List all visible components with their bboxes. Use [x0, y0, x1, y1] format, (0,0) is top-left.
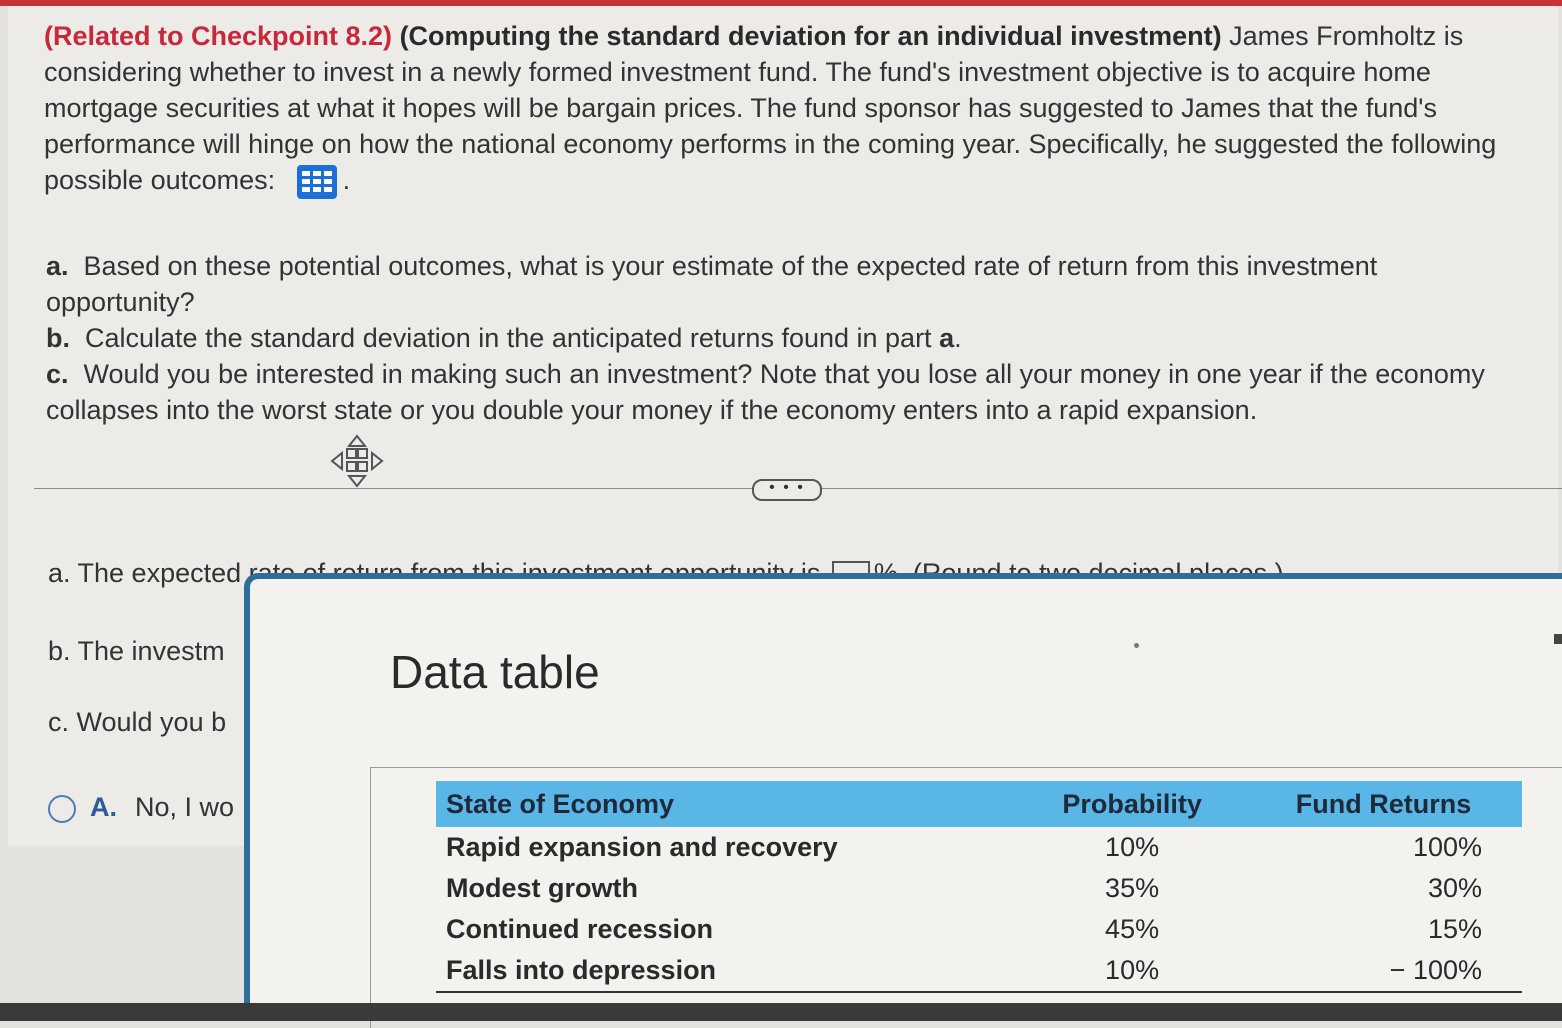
header-returns: Fund Returns: [1245, 781, 1522, 827]
cell-probability: 35%: [1105, 873, 1160, 903]
checkpoint-tag: (Related to Checkpoint 8.2): [44, 21, 393, 51]
part-b-post: .: [954, 323, 962, 353]
option-a-radio[interactable]: [48, 794, 76, 823]
part-b-label: b.: [46, 323, 70, 353]
option-a-text: No, I wo: [135, 792, 235, 822]
cell-returns: 15%: [1427, 914, 1482, 944]
answer-c: c. Would you b: [48, 707, 227, 737]
part-a-label: a.: [46, 251, 69, 281]
cell-probability: 10%: [1019, 950, 1246, 993]
cell-probability: 10%: [1105, 832, 1160, 862]
cell-state: Falls into depression: [436, 950, 1020, 993]
option-a[interactable]: A. No, I wo: [48, 792, 234, 823]
part-b-bold: a: [939, 323, 955, 353]
part-b-text: Calculate the standard deviation in the …: [85, 323, 940, 353]
option-a-letter: A.: [90, 792, 117, 822]
table-row: Falls into depression 10% − 100%: [436, 950, 1522, 993]
question-parts: a. Based on these potential outcomes, wh…: [46, 248, 1526, 428]
header-state: State of Economy: [436, 781, 1020, 827]
modal-dot: [1134, 643, 1139, 648]
expand-more-button[interactable]: • • •: [752, 479, 822, 501]
cell-returns: − 100%: [1245, 950, 1522, 993]
problem-period: .: [342, 165, 351, 195]
table-header-row: State of Economy Probability Fund Return…: [436, 781, 1522, 827]
part-a-text: Based on these potential outcomes, what …: [46, 251, 1378, 317]
cell-state: Continued recession: [446, 914, 714, 944]
part-c-text: Would you be interested in making such a…: [46, 359, 1485, 425]
modal-title: Data table: [390, 646, 600, 698]
table-row: Modest growth 35% 30%: [436, 868, 1522, 909]
scroll-nub: [1554, 634, 1562, 644]
move-arrows-icon[interactable]: [330, 434, 384, 488]
table-row: Continued recession 45% 15%: [436, 909, 1522, 950]
outcomes-table: State of Economy Probability Fund Return…: [436, 781, 1522, 993]
cell-probability: 45%: [1105, 914, 1160, 944]
part-a: a. Based on these potential outcomes, wh…: [46, 248, 1526, 320]
bottom-bezel: [0, 1003, 1562, 1021]
part-c: c. Would you be interested in making suc…: [46, 356, 1526, 428]
answer-b: b. The investm: [48, 636, 225, 666]
part-b: b. Calculate the standard deviation in t…: [46, 320, 1526, 356]
part-c-label: c.: [46, 359, 69, 389]
table-row: Rapid expansion and recovery 10% 100%: [436, 827, 1522, 868]
problem-statement: (Related to Checkpoint 8.2) (Computing t…: [44, 18, 1544, 199]
cell-returns: 30%: [1427, 873, 1482, 903]
data-table-grid-icon[interactable]: [296, 164, 337, 199]
header-probability: Probability: [1019, 781, 1246, 827]
cell-state: Modest growth: [446, 873, 638, 903]
cell-state: Rapid expansion and recovery: [446, 832, 838, 862]
problem-title: (Computing the standard deviation for an…: [399, 21, 1222, 51]
cell-returns: 100%: [1412, 832, 1482, 862]
data-table-modal: Data table State of Economy Probability …: [244, 573, 1562, 1028]
